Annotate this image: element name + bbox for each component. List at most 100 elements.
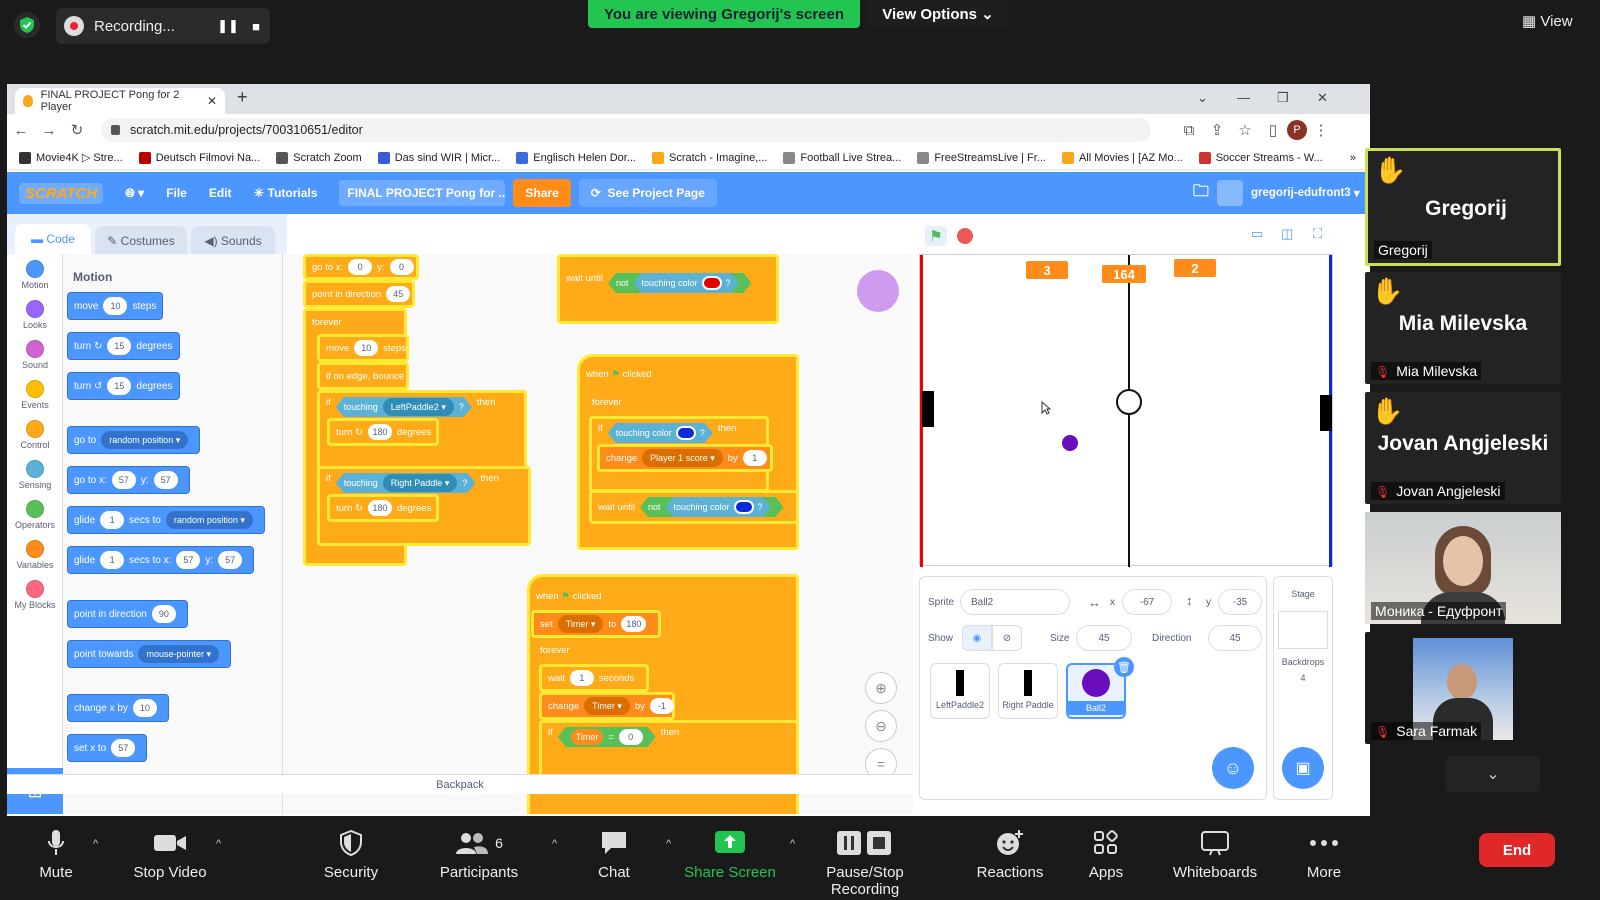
not-condition[interactable]: not touching color?: [608, 273, 752, 293]
translate-icon[interactable]: ⧉: [1175, 122, 1203, 139]
edit-menu[interactable]: Edit: [209, 186, 232, 200]
mute-button[interactable]: Mute: [1, 828, 111, 881]
point-direction-block[interactable]: point in direction 45: [303, 280, 415, 308]
show-hidden-button[interactable]: ⊘: [992, 625, 1022, 651]
set-timer-block[interactable]: set Timer ▾ to 180: [531, 610, 661, 638]
participant-tile-gregorij[interactable]: ✋ Gregorij Gregorij: [1365, 148, 1561, 266]
small-stage-icon[interactable]: ▭: [1251, 226, 1263, 242]
chat-button[interactable]: Chat: [559, 828, 669, 881]
back-icon[interactable]: ←: [7, 122, 35, 139]
move-block[interactable]: move 10 steps: [67, 292, 164, 320]
block-input[interactable]: 1: [742, 450, 767, 466]
sprite-thumb-rightpaddle[interactable]: Right Paddle: [998, 663, 1058, 719]
wait-until-red-block[interactable]: wait until not touching color?: [557, 254, 779, 324]
bookmark-item[interactable]: Deutsch Filmovi Na...: [138, 151, 260, 164]
sprite-name-input[interactable]: Ball2: [960, 589, 1070, 615]
block-dropdown[interactable]: LeftPaddle2 ▾: [383, 398, 454, 416]
goto-xy-block[interactable]: go to x: 0 y: 0: [303, 254, 419, 280]
delete-sprite-button[interactable]: 🗑︎: [1114, 657, 1134, 677]
share-button[interactable]: Share: [513, 179, 571, 207]
language-globe-icon[interactable]: 🌐︎ ▾: [125, 186, 144, 201]
category-my-blocks[interactable]: My Blocks: [7, 580, 63, 620]
tab-search-icon[interactable]: ⌄: [1197, 90, 1208, 106]
block-dropdown[interactable]: Right Paddle ▾: [383, 474, 458, 492]
menu-kebab-icon[interactable]: ⋮: [1307, 121, 1335, 139]
sidebar-icon[interactable]: ▯: [1259, 121, 1287, 139]
if-timer-zero-block[interactable]: if Timer = 0 then: [539, 720, 799, 780]
end-meeting-button[interactable]: End: [1479, 833, 1555, 867]
touching-condition[interactable]: touching Right Paddle ▾?: [336, 473, 476, 493]
turn-block[interactable]: turn ↻ 180 degrees: [327, 418, 439, 446]
category-variables[interactable]: Variables: [7, 540, 63, 580]
block-input[interactable]: 1: [569, 670, 594, 686]
stage-canvas[interactable]: 3 164 2: [919, 254, 1333, 567]
block-dropdown[interactable]: Timer ▾: [584, 697, 630, 715]
zoom-out-button[interactable]: ⊖: [865, 710, 897, 742]
view-options-button[interactable]: View Options ⌄: [868, 0, 1008, 28]
star-icon[interactable]: ☆: [1231, 121, 1259, 139]
block-input[interactable]: 180: [367, 424, 392, 440]
block-dropdown[interactable]: mouse-pointer ▾: [138, 645, 220, 663]
equals-condition[interactable]: Timer = 0: [558, 727, 656, 747]
block-input[interactable]: 0: [389, 259, 414, 275]
point-direction-block[interactable]: point in direction 90: [67, 600, 188, 628]
category-motion[interactable]: Motion: [7, 260, 63, 300]
bookmark-item[interactable]: Englisch Helen Dor...: [516, 151, 636, 164]
minimize-button[interactable]: —: [1237, 90, 1250, 105]
turn-right-block[interactable]: turn ↻ 15 degrees: [67, 332, 180, 360]
block-input[interactable]: 57: [111, 471, 136, 489]
block-input[interactable]: 180: [621, 616, 647, 632]
new-tab-button[interactable]: +: [237, 87, 248, 108]
zoom-security-badge[interactable]: [14, 12, 40, 38]
choose-backdrop-button[interactable]: ▣: [1282, 747, 1324, 789]
wait-seconds-block[interactable]: wait 1 seconds: [539, 664, 649, 692]
block-input[interactable]: 1: [100, 511, 125, 529]
bookmark-item[interactable]: Das sind WIR | Micr...: [377, 151, 500, 164]
color-swatch[interactable]: [676, 426, 696, 440]
x-input[interactable]: -67: [1122, 589, 1172, 615]
security-button[interactable]: Security: [296, 828, 406, 881]
goto-xy-block[interactable]: go to x: 57 y: 57: [67, 466, 190, 494]
color-swatch[interactable]: [702, 276, 722, 290]
block-input[interactable]: 45: [386, 286, 411, 302]
block-input[interactable]: -1: [649, 698, 674, 714]
whiteboards-button[interactable]: Whiteboards: [1160, 828, 1270, 881]
touching-condition[interactable]: touching LeftPaddle2 ▾?: [336, 397, 472, 417]
user-menu[interactable]: gregorij-edufront3 ▾: [1217, 180, 1360, 206]
touching-color-condition[interactable]: touching color?: [633, 273, 738, 293]
pause-recording-button[interactable]: ❚❚: [214, 12, 242, 40]
scratch-logo[interactable]: SCRATCH: [19, 182, 104, 204]
left-paddle-sprite[interactable]: [922, 391, 934, 427]
view-button[interactable]: ▦ View: [1522, 12, 1573, 30]
block-input[interactable]: 180: [367, 500, 392, 516]
share-screen-button[interactable]: Share Screen: [675, 828, 785, 881]
my-stuff-folder-icon[interactable]: 🗀: [1193, 180, 1209, 207]
change-timer-block[interactable]: change Timer ▾ by -1: [539, 692, 675, 720]
browser-tab[interactable]: FINAL PROJECT Pong for 2 Player ✕: [15, 88, 225, 114]
right-paddle-sprite[interactable]: [1320, 395, 1332, 431]
more-button[interactable]: More: [1269, 828, 1379, 881]
large-stage-icon[interactable]: ◫: [1281, 226, 1293, 242]
pause-stop-recording-button[interactable]: Pause/Stop Recording: [810, 828, 920, 898]
share-icon[interactable]: ⇪: [1203, 121, 1231, 139]
block-input[interactable]: 57: [153, 471, 178, 489]
bookmark-item[interactable]: Scratch - Imagine,...: [651, 151, 767, 164]
stop-button[interactable]: [957, 228, 973, 244]
wait-until-blue-block[interactable]: wait until not touching color?: [589, 490, 799, 524]
turn-left-block[interactable]: turn ↺ 15 degrees: [67, 372, 180, 400]
close-window-button[interactable]: ✕: [1317, 90, 1328, 106]
forward-icon[interactable]: →: [35, 122, 63, 139]
category-events[interactable]: Events: [7, 380, 63, 420]
block-input[interactable]: 57: [176, 551, 201, 569]
close-tab-icon[interactable]: ✕: [207, 94, 217, 108]
ball-sprite[interactable]: [1062, 435, 1078, 451]
reload-icon[interactable]: ↻: [63, 121, 91, 139]
tutorials-button[interactable]: ☀ Tutorials: [254, 186, 318, 200]
tab-sounds[interactable]: ◀) Sounds: [191, 226, 275, 256]
block-input[interactable]: 10: [132, 699, 157, 717]
size-input[interactable]: 45: [1076, 625, 1132, 651]
green-flag-button[interactable]: ⚑: [925, 226, 947, 246]
project-title-input[interactable]: FINAL PROJECT Pong for ...: [339, 180, 506, 206]
tab-costumes[interactable]: ✎ Costumes: [95, 226, 187, 256]
block-input[interactable]: 1: [100, 551, 125, 569]
